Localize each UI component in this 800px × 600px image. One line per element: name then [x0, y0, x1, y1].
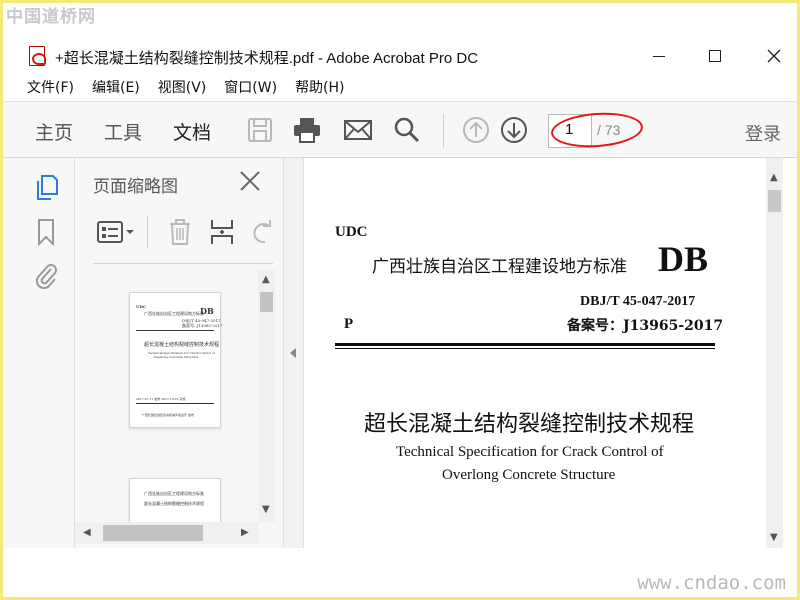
scrollbar-thumb[interactable]: [103, 525, 203, 541]
menu-bar: 文件(F) 编辑(E) 视图(V) 窗口(W) 帮助(H): [3, 74, 797, 100]
menu-edit[interactable]: 编辑(E): [92, 77, 140, 97]
thumbnail-options-icon[interactable]: [97, 220, 135, 244]
close-panel-icon[interactable]: [239, 170, 261, 192]
bookmark-icon[interactable]: [33, 218, 59, 246]
thumbnail-vertical-scrollbar[interactable]: ▲ ▼: [258, 270, 275, 522]
thumbnail-list: UDC 广西壮族自治区工程建设地方标准 DB DBJ/T 45-047-2017…: [75, 270, 257, 522]
menu-view[interactable]: 视图(V): [158, 77, 207, 97]
collapse-panel-icon[interactable]: [290, 348, 296, 358]
thumb-en2: Overlong Concrete Structure: [154, 355, 199, 359]
doc-udc: UDC: [335, 224, 368, 240]
thumb-record: 备案号: J13965-2017: [182, 323, 223, 328]
doc-code: DBJ/T 45-047-2017: [580, 294, 696, 309]
thumb-issuer: 广西壮族自治区住房和城乡建设厅 发布: [142, 413, 194, 417]
print-icon[interactable]: [292, 116, 322, 144]
panel-separator: [147, 216, 148, 248]
search-icon[interactable]: [392, 116, 422, 144]
scrollbar-thumb[interactable]: [768, 190, 781, 212]
save-icon[interactable]: [245, 116, 275, 144]
menu-file[interactable]: 文件(F): [27, 77, 74, 97]
thumbnail-horizontal-scrollbar[interactable]: ◀ ▶: [75, 522, 258, 544]
tab-home[interactable]: 主页: [35, 118, 73, 145]
next-page-icon[interactable]: [499, 116, 529, 144]
panel-title: 页面缩略图: [93, 177, 178, 197]
rotate-icon[interactable]: [249, 218, 273, 246]
doc-db: DB: [658, 239, 709, 279]
watermark-top: 中国道桥网: [6, 7, 96, 27]
menu-help[interactable]: 帮助(H): [295, 77, 344, 97]
tab-tools[interactable]: 工具: [104, 118, 142, 145]
document-vertical-scrollbar[interactable]: ▲ ▼: [766, 158, 783, 548]
doc-p: P: [344, 316, 354, 332]
panel-toolbar: [93, 214, 273, 250]
scroll-down-icon[interactable]: ▼: [262, 504, 270, 515]
doc-record-number: 备案号：J13965-2017: [567, 318, 724, 334]
thumb-rule: [136, 330, 214, 331]
insert-page-icon[interactable]: [209, 218, 235, 246]
login-link[interactable]: 登录: [745, 120, 781, 146]
toolbar-separator: [443, 114, 444, 148]
prev-page-icon[interactable]: [461, 116, 491, 144]
doc-english-title-1: Technical Specification for Crack Contro…: [396, 444, 664, 460]
doc-english-title-2: Overlong Concrete Structure: [442, 467, 616, 483]
scroll-down-icon[interactable]: ▼: [770, 532, 778, 543]
window-title: +超长混凝土结构裂缝控制技术规程.pdf - Adobe Acrobat Pro…: [55, 50, 479, 67]
thumb-std: 广西壮族自治区工程建设地方标准: [144, 311, 204, 316]
scrollbar-thumb[interactable]: [260, 292, 273, 312]
panel-divider: [93, 263, 273, 264]
thumb-udc: UDC: [136, 304, 147, 309]
doc-rule-thin: [335, 348, 715, 349]
pdf-file-icon: [29, 46, 46, 66]
watermark-bottom: www.cndao.com: [637, 572, 786, 594]
thumbnails-panel: 页面缩略图 UDC 广西壮族自治区工程建设地方标准 DB DBJ/T 45-04…: [75, 158, 283, 548]
main-toolbar: 主页 工具 文档 1 / 73 登录: [3, 101, 797, 161]
navigation-rail: [3, 158, 75, 548]
page-thumbnail-2[interactable]: 广西壮族自治区工程建设地方标准 超长混凝土结构裂缝控制技术规程: [129, 478, 221, 522]
close-button[interactable]: [754, 42, 794, 70]
attachment-icon[interactable]: [33, 261, 59, 289]
thumb-db: DB: [200, 306, 214, 316]
scroll-left-icon[interactable]: ◀: [83, 527, 91, 538]
menu-window[interactable]: 窗口(W): [224, 77, 277, 97]
minimize-button[interactable]: [639, 42, 679, 70]
thumb-title: 超长混凝土结构裂缝控制技术规程: [144, 342, 220, 348]
doc-title: 超长混凝土结构裂缝控制技术规程: [364, 412, 695, 437]
thumb-dates: 2017-07-11 发布 2017-10-01 实施: [136, 397, 186, 401]
thumb2-line1: 广西壮族自治区工程建设地方标准: [144, 491, 204, 496]
tab-document[interactable]: 文档: [173, 118, 212, 161]
doc-standard-name: 广西壮族自治区工程建设地方标准: [372, 257, 627, 277]
page-thumbnail-1[interactable]: UDC 广西壮族自治区工程建设地方标准 DB DBJ/T 45-047-2017…: [129, 292, 223, 428]
document-view[interactable]: UDC 广西壮族自治区工程建设地方标准 DB DBJ/T 45-047-2017…: [304, 158, 766, 548]
scroll-up-icon[interactable]: ▲: [262, 274, 270, 285]
panel-collapse-strip[interactable]: [283, 158, 304, 548]
maximize-button[interactable]: [695, 42, 735, 70]
thumb2-line2: 超长混凝土结构裂缝控制技术规程: [144, 501, 204, 506]
doc-rule-thick: [335, 343, 715, 346]
mail-icon[interactable]: [343, 116, 373, 144]
title-bar: +超长混凝土结构裂缝控制技术规程.pdf - Adobe Acrobat Pro…: [3, 40, 797, 74]
pages-icon[interactable]: [33, 174, 59, 202]
thumb-rule-bottom: [136, 403, 214, 404]
scroll-up-icon[interactable]: ▲: [770, 172, 778, 183]
delete-icon[interactable]: [167, 218, 193, 246]
scroll-right-icon[interactable]: ▶: [241, 527, 249, 538]
close-icon: [767, 49, 781, 63]
